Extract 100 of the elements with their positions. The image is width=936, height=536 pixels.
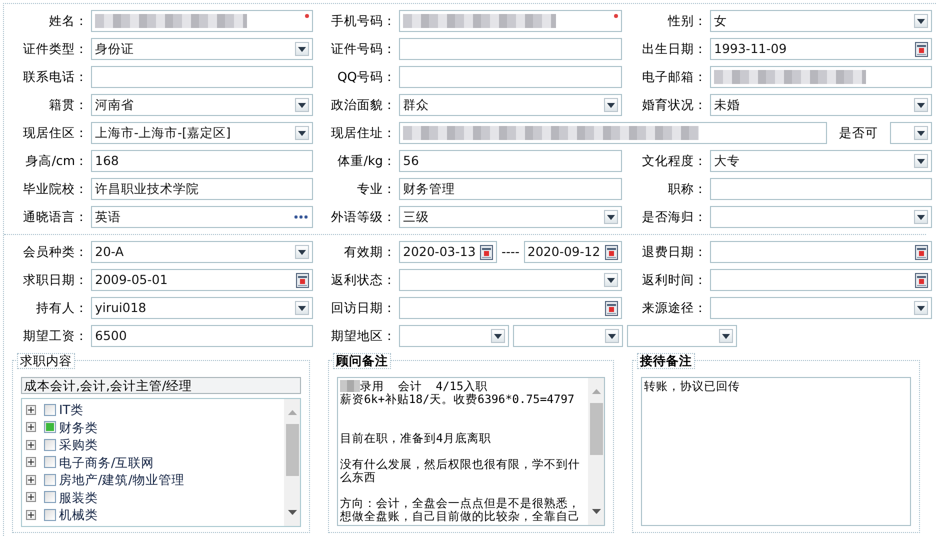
field-label: 性别： <box>666 12 707 30</box>
expand-icon[interactable] <box>26 440 36 450</box>
dropdown-field[interactable] <box>890 122 932 144</box>
scrollbar[interactable] <box>284 399 300 526</box>
lookup-field[interactable]: 英语 <box>91 206 313 228</box>
panel-legend: 接待备注 <box>637 353 695 369</box>
checkbox[interactable] <box>44 421 56 434</box>
dropdown-field[interactable]: yirui018 <box>91 297 313 319</box>
notes-line: 目前在职，准备到4月底离职 <box>340 432 492 445</box>
field-label: 期望工资： <box>22 326 88 345</box>
calendar-icon[interactable] <box>605 300 618 316</box>
field-label: 联系电话： <box>22 68 88 86</box>
tree-item[interactable]: IT类 <box>59 402 84 418</box>
field-label: 回访日期： <box>330 298 396 317</box>
text-field[interactable] <box>399 10 622 32</box>
tree-item[interactable]: 服装类 <box>59 490 98 505</box>
date-field[interactable]: 2020-03-13 <box>399 241 498 263</box>
notes-line: 薪资6k+补贴18/天。收费6396*0.75=4797 <box>340 393 576 406</box>
field-label: 是否海归： <box>641 208 707 226</box>
dropdown-field[interactable]: 群众 <box>399 94 622 116</box>
checkbox[interactable] <box>44 491 56 504</box>
calendar-icon[interactable] <box>605 244 618 260</box>
checkbox[interactable] <box>44 404 56 416</box>
text-field[interactable]: 168 <box>91 150 313 172</box>
field-label: 籍贯： <box>48 96 88 114</box>
expand-icon[interactable] <box>26 404 36 415</box>
tree-item[interactable]: 财务类 <box>59 420 98 435</box>
summary-field[interactable]: 成本会计,会计,会计主管/经理 <box>21 377 301 394</box>
date-field[interactable] <box>399 297 622 319</box>
calendar-icon[interactable] <box>915 42 928 56</box>
tree-item[interactable]: 房地产/建筑/物业管理 <box>59 472 184 488</box>
field-label: QQ号码： <box>336 68 396 86</box>
text-field[interactable] <box>399 66 622 88</box>
expand-icon[interactable] <box>26 510 36 520</box>
dropdown-field[interactable]: 河南省 <box>91 94 313 116</box>
date-field[interactable] <box>710 269 932 291</box>
field-label: 体重/kg： <box>336 152 396 170</box>
date-field[interactable]: 2009-05-01 <box>91 269 313 291</box>
field-label: 现居住区： <box>22 124 88 142</box>
text-field[interactable] <box>710 178 932 200</box>
dropdown-field[interactable] <box>513 325 623 347</box>
calendar-icon[interactable] <box>915 272 928 288</box>
calendar-icon[interactable] <box>480 244 494 260</box>
text-field[interactable] <box>91 10 313 32</box>
field-label: 证件类型： <box>22 40 88 58</box>
field-label: 身高/cm： <box>24 152 88 170</box>
tree-item[interactable]: 采购类 <box>59 437 98 452</box>
expand-icon[interactable] <box>26 422 36 432</box>
dropdown-field[interactable]: 女 <box>710 10 932 32</box>
text-field[interactable] <box>710 66 932 88</box>
notes-field[interactable]: 转账，协议已回传 <box>642 378 910 525</box>
tree-item[interactable]: 电子商务/互联网 <box>59 454 154 470</box>
dropdown-field[interactable]: 身份证 <box>91 38 313 60</box>
date-field[interactable]: 1993-11-09 <box>710 38 932 60</box>
dropdown-field[interactable] <box>399 325 509 347</box>
text-field[interactable] <box>91 66 313 88</box>
text-field[interactable]: 6500 <box>91 325 313 347</box>
field-label: 职称： <box>667 180 707 198</box>
dropdown-field[interactable]: 未婚 <box>710 94 932 116</box>
field-label: 专业： <box>356 180 396 198</box>
field-label: 手机号码： <box>330 12 396 30</box>
field-label: 是否可 <box>838 124 879 142</box>
date-field[interactable] <box>710 241 932 263</box>
field-label: 现居住址： <box>330 124 396 142</box>
field-label: 姓名： <box>48 12 88 30</box>
field-label: 退费日期： <box>641 242 707 261</box>
calendar-icon[interactable] <box>296 272 309 288</box>
text-field[interactable]: 56 <box>399 150 622 172</box>
scrollbar[interactable] <box>588 378 604 525</box>
notes-line: 没有什么发展，然后权限也很有限，学不到什么东西 <box>340 458 581 484</box>
expand-icon[interactable] <box>26 492 36 502</box>
range-dash: ---- <box>501 242 520 261</box>
expand-icon[interactable] <box>26 474 36 485</box>
text-field[interactable] <box>399 122 827 144</box>
calendar-icon[interactable] <box>915 244 928 260</box>
text-field[interactable]: 财务管理 <box>399 178 622 200</box>
field-label: 返利时间： <box>641 270 707 289</box>
dropdown-field[interactable]: 20-A <box>91 241 313 263</box>
checkbox[interactable] <box>44 438 56 451</box>
ellipsis-icon[interactable] <box>294 215 308 219</box>
panel-legend: 顾问备注 <box>333 353 391 369</box>
checkbox[interactable] <box>44 474 56 486</box>
field-label: 文化程度： <box>641 152 707 170</box>
tree-item[interactable]: 机械类 <box>59 507 98 522</box>
text-field[interactable] <box>399 38 622 60</box>
dropdown-field[interactable]: 三级 <box>399 206 622 228</box>
dropdown-field[interactable]: 大专 <box>710 150 932 172</box>
text-field[interactable]: 许昌职业技术学院 <box>91 178 313 200</box>
notes-field[interactable]: 录用 会计 4/15入职 薪资6k+补贴18/天。收费6396*0.75=4797 目前在职，准备到4月底离职 没有什么发展，然后权限也很有限，学不到什么东西 方向：会计，全盘会一点点但是不是很熟悉，想做全盘账，自己目前做的比较杂，全靠自己 <box>337 377 605 526</box>
dropdown-field[interactable] <box>710 297 932 319</box>
dropdown-field[interactable] <box>399 269 622 291</box>
checkbox[interactable] <box>44 456 56 468</box>
date-field[interactable]: 2020-09-12 <box>524 241 622 263</box>
expand-icon[interactable] <box>26 457 36 468</box>
dropdown-field[interactable]: 上海市-上海市-[嘉定区] <box>91 122 313 144</box>
dropdown-field[interactable] <box>627 325 737 347</box>
checkbox[interactable] <box>44 508 56 521</box>
field-label: 期望地区： <box>330 326 396 345</box>
field-label: 证件号码： <box>330 40 396 58</box>
dropdown-field[interactable] <box>710 206 932 228</box>
